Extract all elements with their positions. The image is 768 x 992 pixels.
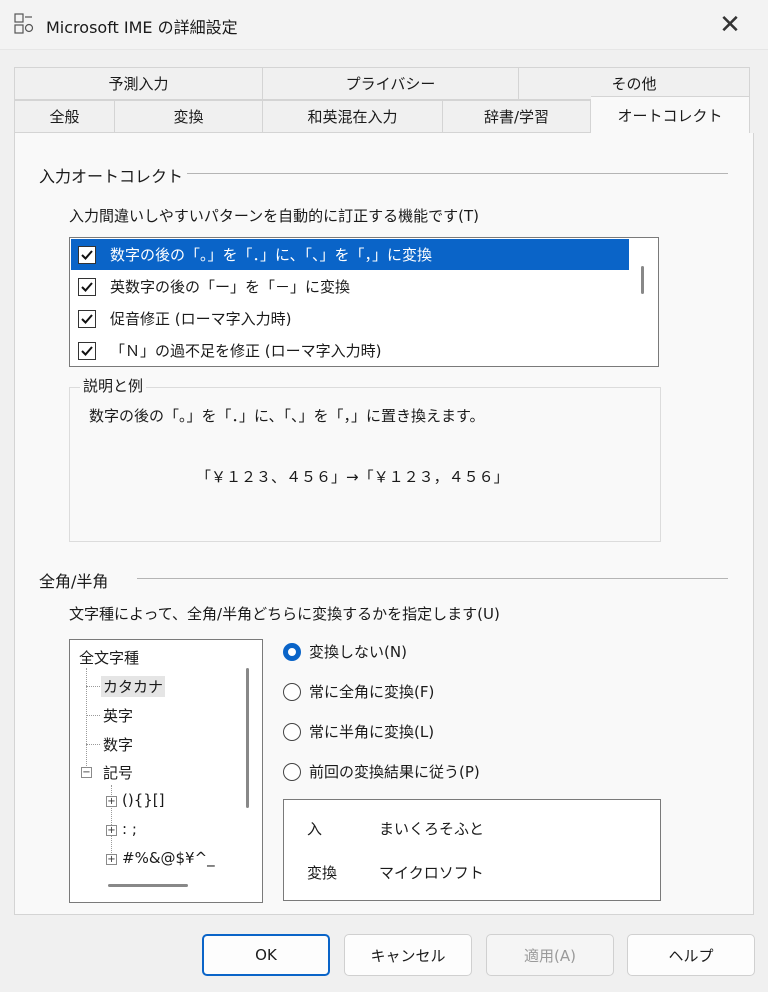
tree-item-alpha[interactable]: 英字 xyxy=(103,705,133,726)
explanation-text: 数字の後の「。」を「．」に、「、」を「，」に置き換えます。 xyxy=(89,407,485,425)
tree-item-digits[interactable]: 数字 xyxy=(103,734,133,755)
tree-connector xyxy=(86,715,100,716)
tree-item-special-symbols[interactable]: #%&@$¥^_ xyxy=(122,849,215,867)
tab-dictionary[interactable]: 辞書/学習 xyxy=(443,100,591,133)
radio-label: 常に半角に変換(L) xyxy=(309,723,435,741)
autocorrect-item[interactable]: 「Ｎ」の過不足を修正 (ローマ字入力時) xyxy=(71,335,629,366)
close-icon: ✕ xyxy=(719,10,741,40)
window-title: Microsoft IME の詳細設定 xyxy=(46,18,238,37)
ime-settings-icon xyxy=(14,13,34,34)
close-button[interactable]: ✕ xyxy=(692,0,768,50)
autocorrect-item[interactable]: 促音修正 (ローマ字入力時) xyxy=(71,303,629,334)
checkbox[interactable] xyxy=(78,277,96,296)
radio-indicator xyxy=(283,642,301,661)
radio-always-fullwidth[interactable]: 常に全角に変換(F) xyxy=(283,681,434,702)
radio-follow-previous[interactable]: 前回の変換結果に従う(P) xyxy=(283,761,480,782)
checkmark-icon xyxy=(81,281,93,292)
radio-indicator xyxy=(283,762,301,781)
checkmark-icon xyxy=(81,249,93,260)
autocorrect-item-label: 「Ｎ」の過不足を修正 (ローマ字入力時) xyxy=(110,342,382,360)
tree-item-brackets[interactable]: (){}[] xyxy=(122,791,165,809)
checkmark-icon xyxy=(81,313,93,324)
expand-icon[interactable]: + xyxy=(106,796,117,807)
explanation-example: 「￥１２３、４５６」→「￥１２３，４５６」 xyxy=(196,468,509,486)
example-input-label: 入 xyxy=(307,820,323,838)
collapse-icon[interactable]: − xyxy=(81,767,92,778)
autocorrect-item[interactable]: 英数字の後の「ー」を「－」に変換 xyxy=(71,271,629,302)
radio-no-conversion[interactable]: 変換しない(N) xyxy=(283,641,407,662)
radio-label: 変換しない(N) xyxy=(309,643,407,661)
tree-item-symbols[interactable]: 記号 xyxy=(103,762,133,783)
tab-row-2: 全般 変換 和英混在入力 辞書/学習 オートコレクト xyxy=(14,96,750,133)
radio-indicator xyxy=(283,682,301,701)
autocorrect-item-label: 数字の後の「。」を「．」に、「、」を「，」に変換 xyxy=(110,246,433,264)
listbox-scrollbar[interactable] xyxy=(641,266,644,294)
tree-item-punctuation[interactable]: : ; xyxy=(122,820,137,838)
tree-horizontal-scrollbar[interactable] xyxy=(108,884,188,887)
tree-connector xyxy=(86,668,87,772)
checkbox[interactable] xyxy=(78,309,96,328)
radio-always-halfwidth[interactable]: 常に半角に変換(L) xyxy=(283,721,434,742)
autocorrect-description: 入力間違いしやすいパターンを自動的に訂正する機能です(T) xyxy=(69,207,479,225)
checkbox[interactable] xyxy=(78,245,96,264)
tree-vertical-scrollbar[interactable] xyxy=(246,668,249,808)
autocorrect-item[interactable]: 数字の後の「。」を「．」に、「、」を「，」に変換 xyxy=(71,239,629,270)
width-section-title: 全角/半角 xyxy=(39,572,109,591)
tree-connector xyxy=(86,744,100,745)
tab-general[interactable]: 全般 xyxy=(14,100,115,133)
autocorrect-listbox[interactable]: 数字の後の「。」を「．」に、「、」を「，」に変換 英数字の後の「ー」を「－」に変… xyxy=(69,237,659,367)
autocorrect-divider xyxy=(187,173,728,174)
char-type-tree[interactable]: 全文字種 カタカナ 英字 数字 − 記号 + (){}[] + : ; + #%… xyxy=(69,639,263,903)
radio-indicator xyxy=(283,722,301,741)
apply-button[interactable]: 適用(A) xyxy=(486,934,614,976)
checkmark-icon xyxy=(81,345,93,356)
explanation-label: 説明と例 xyxy=(80,375,147,396)
tree-root[interactable]: 全文字種 xyxy=(79,647,139,668)
tree-item-katakana[interactable]: カタカナ xyxy=(101,676,166,697)
ok-button[interactable]: OK xyxy=(202,934,330,976)
expand-icon[interactable]: + xyxy=(106,854,117,865)
tree-connector xyxy=(86,686,100,687)
example-input-value: まいくろそふと xyxy=(379,820,485,838)
tab-autocorrect[interactable]: オートコレクト xyxy=(591,96,750,133)
expand-icon[interactable]: + xyxy=(106,825,117,836)
autocorrect-item-label: 英数字の後の「ー」を「－」に変換 xyxy=(110,278,351,296)
autocorrect-item-label: 促音修正 (ローマ字入力時) xyxy=(110,310,292,328)
example-conversion-label: 変換 xyxy=(307,864,338,882)
width-description: 文字種によって、全角/半角どちらに変換するかを指定します(U) xyxy=(69,605,500,623)
help-button[interactable]: ヘルプ xyxy=(627,934,755,976)
radio-label: 常に全角に変換(F) xyxy=(309,683,435,701)
conversion-example-box: 入 まいくろそふと 変換 マイクロソフト xyxy=(283,799,661,901)
tab-prediction[interactable]: 予測入力 xyxy=(14,67,263,100)
tab-privacy[interactable]: プライバシー xyxy=(263,67,519,100)
example-conversion-value: マイクロソフト xyxy=(379,864,484,882)
width-divider xyxy=(137,578,728,579)
radio-label: 前回の変換結果に従う(P) xyxy=(309,763,480,781)
cancel-button[interactable]: キャンセル xyxy=(344,934,472,976)
checkbox[interactable] xyxy=(78,341,96,360)
tab-conversion[interactable]: 変換 xyxy=(115,100,263,133)
autocorrect-section-title: 入力オートコレクト xyxy=(39,167,184,186)
tab-mixed-input[interactable]: 和英混在入力 xyxy=(263,100,443,133)
title-bar: Microsoft IME の詳細設定 ✕ xyxy=(0,0,768,50)
